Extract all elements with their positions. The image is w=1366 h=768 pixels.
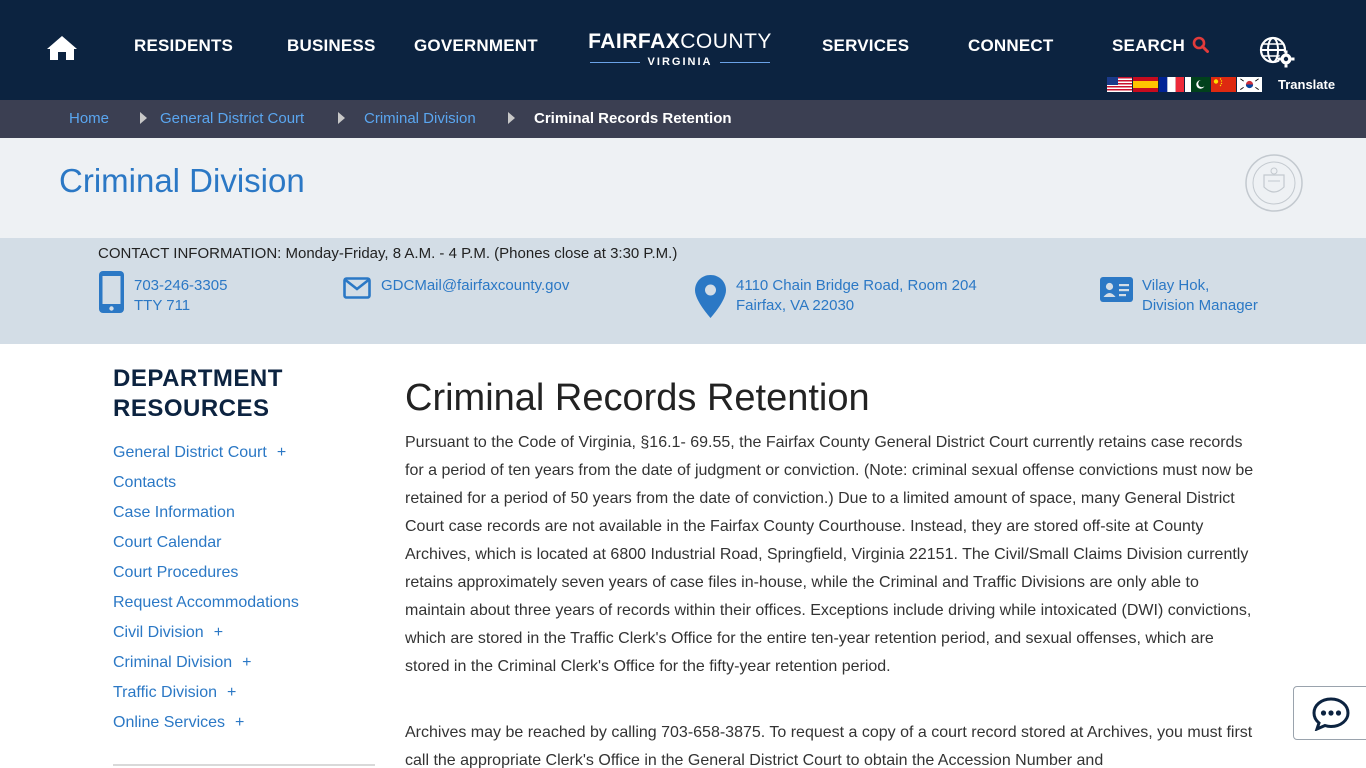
sidebar-item-label: Traffic Division bbox=[113, 684, 218, 701]
breadcrumb-general-district-court[interactable]: General District Court bbox=[160, 110, 304, 127]
sidebar-divider bbox=[113, 764, 375, 766]
sidebar-item-label: Online Services bbox=[113, 714, 226, 731]
spain-flag-icon[interactable] bbox=[1133, 77, 1158, 92]
contact-email[interactable]: GDCMail@fairfaxcounty.gov bbox=[381, 276, 569, 296]
search-label: SEARCH bbox=[1112, 36, 1185, 55]
page-banner: Criminal Division bbox=[0, 138, 1366, 238]
search-icon bbox=[1192, 36, 1209, 53]
top-navigation: RESIDENTS BUSINESS GOVERNMENT FAIRFAXCOU… bbox=[0, 0, 1366, 100]
globe-gear-icon[interactable] bbox=[1258, 36, 1296, 68]
expand-plus-icon[interactable]: + bbox=[227, 684, 236, 701]
mobile-phone-icon bbox=[99, 271, 124, 313]
contact-phone[interactable]: 703-246-3305 bbox=[134, 276, 227, 296]
sidebar-item[interactable]: Traffic Division + bbox=[113, 684, 236, 702]
chat-widget-button[interactable] bbox=[1293, 686, 1366, 740]
logo-text-light: COUNTY bbox=[680, 30, 772, 53]
sidebar-item-label: Criminal Division bbox=[113, 654, 233, 671]
france-flag-icon[interactable] bbox=[1159, 77, 1184, 92]
sidebar-item[interactable]: Court Procedures bbox=[113, 564, 238, 582]
logo-subtitle: VIRGINIA bbox=[647, 56, 713, 68]
sidebar-item[interactable]: Civil Division + bbox=[113, 624, 223, 642]
breadcrumb-home[interactable]: Home bbox=[69, 110, 109, 127]
sidebar-item[interactable]: General District Court + bbox=[113, 444, 286, 462]
sidebar-item[interactable]: Online Services + bbox=[113, 714, 244, 732]
breadcrumb-chevron-icon bbox=[338, 112, 345, 124]
sidebar-item-label: Contacts bbox=[113, 474, 177, 491]
contact-address-line1[interactable]: 4110 Chain Bridge Road, Room 204 bbox=[736, 276, 977, 296]
sidebar-title: DEPARTMENT RESOURCES bbox=[113, 365, 283, 422]
pakistan-flag-icon[interactable] bbox=[1185, 77, 1210, 92]
breadcrumb-current: Criminal Records Retention bbox=[534, 110, 732, 127]
expand-plus-icon[interactable]: + bbox=[214, 624, 223, 641]
contact-information: CONTACT INFORMATION: Monday-Friday, 8 A.… bbox=[0, 238, 1366, 344]
expand-plus-icon[interactable]: + bbox=[235, 714, 244, 731]
logo-text-bold: FAIRFAX bbox=[588, 30, 681, 53]
archives-paragraph: Archives may be reached by calling 703-6… bbox=[405, 724, 1253, 768]
chat-bubble-icon bbox=[1312, 697, 1350, 731]
home-icon[interactable] bbox=[46, 34, 78, 62]
contact-manager-title[interactable]: Division Manager bbox=[1142, 296, 1258, 316]
breadcrumb-criminal-division[interactable]: Criminal Division bbox=[364, 110, 476, 127]
map-pin-icon bbox=[695, 275, 726, 318]
fairfax-county-logo[interactable]: FAIRFAXCOUNTY VIRGINIA bbox=[582, 30, 778, 68]
breadcrumb-chevron-icon bbox=[508, 112, 515, 124]
banner-title: Criminal Division bbox=[59, 162, 305, 199]
county-seal-icon bbox=[1245, 154, 1303, 212]
sidebar-item[interactable]: Court Calendar bbox=[113, 534, 222, 552]
expand-plus-icon[interactable]: + bbox=[242, 654, 251, 671]
sidebar-item-label: General District Court bbox=[113, 444, 267, 461]
sidebar-item[interactable]: Criminal Division + bbox=[113, 654, 251, 672]
sidebar-item-label: Request Accommodations bbox=[113, 594, 299, 611]
sidebar-item-label: Civil Division bbox=[113, 624, 204, 641]
nav-services[interactable]: SERVICES bbox=[822, 36, 909, 56]
contact-address-line2[interactable]: Fairfax, VA 22030 bbox=[736, 296, 977, 316]
contact-tty[interactable]: TTY 711 bbox=[134, 296, 227, 316]
nav-connect[interactable]: CONNECT bbox=[968, 36, 1053, 56]
sidebar-item-label: Court Calendar bbox=[113, 534, 222, 551]
envelope-icon bbox=[343, 277, 371, 299]
contact-heading: CONTACT INFORMATION: Monday-Friday, 8 A.… bbox=[98, 245, 678, 262]
nav-search[interactable]: SEARCH bbox=[1112, 36, 1209, 56]
page-title: Criminal Records Retention bbox=[405, 377, 870, 419]
sidebar-item[interactable]: Contacts bbox=[113, 474, 176, 492]
sidebar-item[interactable]: Case Information bbox=[113, 504, 235, 522]
breadcrumb: Home General District Court Criminal Div… bbox=[0, 100, 1366, 138]
china-flag-icon[interactable] bbox=[1211, 77, 1236, 92]
nav-business[interactable]: BUSINESS bbox=[287, 36, 376, 56]
sidebar-item-label: Case Information bbox=[113, 504, 235, 521]
expand-plus-icon[interactable]: + bbox=[277, 444, 286, 461]
sidebar-item[interactable]: Request Accommodations bbox=[113, 594, 299, 612]
retention-paragraph: Pursuant to the Code of Virginia, §16.1-… bbox=[405, 434, 1254, 675]
language-flags bbox=[1107, 77, 1262, 92]
nav-government[interactable]: GOVERNMENT bbox=[414, 36, 538, 56]
korea-flag-icon[interactable] bbox=[1237, 77, 1262, 92]
us-flag-icon[interactable] bbox=[1107, 77, 1132, 92]
nav-residents[interactable]: RESIDENTS bbox=[134, 36, 233, 56]
breadcrumb-chevron-icon bbox=[140, 112, 147, 124]
contact-manager-name[interactable]: Vilay Hok, bbox=[1142, 276, 1258, 296]
translate-link[interactable]: Translate bbox=[1278, 77, 1335, 92]
sidebar-item-label: Court Procedures bbox=[113, 564, 239, 581]
id-card-icon bbox=[1100, 277, 1133, 302]
